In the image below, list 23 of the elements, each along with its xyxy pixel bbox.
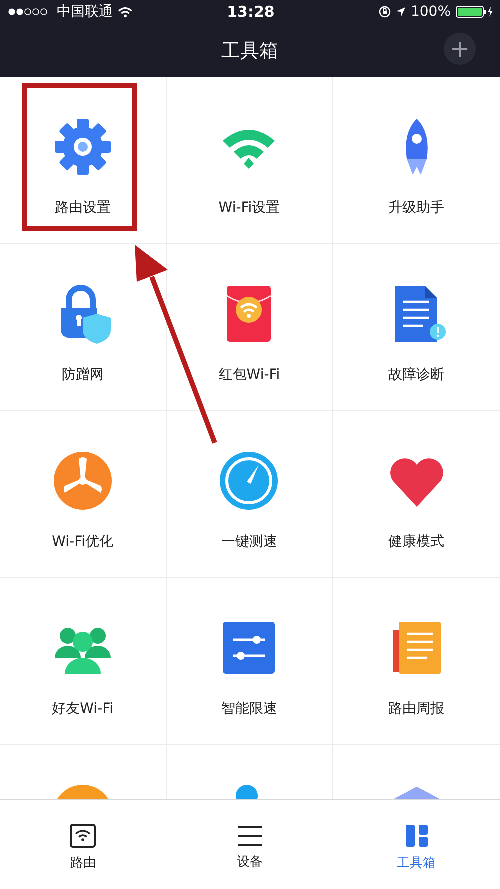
rotation-lock-icon bbox=[378, 6, 391, 18]
clock: 13:28 bbox=[227, 3, 275, 21]
page-title: 工具箱 bbox=[222, 38, 278, 64]
gear-icon bbox=[52, 117, 113, 177]
tool-item[interactable]: 好友Wi-Fi bbox=[0, 578, 167, 745]
speedometer-icon bbox=[219, 451, 280, 511]
wifi-icon bbox=[70, 824, 96, 848]
add-button[interactable]: + bbox=[444, 33, 476, 65]
location-arrow-icon bbox=[396, 7, 406, 17]
wifi-icon bbox=[118, 6, 133, 18]
fan-icon bbox=[52, 451, 113, 511]
tool-item[interactable]: 一键测速 bbox=[166, 411, 334, 578]
tool-item[interactable]: 智能限速 bbox=[166, 578, 334, 745]
tool-item[interactable]: Wi-Fi优化 bbox=[0, 411, 167, 578]
battery-percentage: 100% bbox=[410, 4, 451, 20]
toolbox-icon bbox=[404, 824, 429, 848]
tool-item[interactable]: 防蹭网 bbox=[0, 244, 167, 411]
tool-item[interactable]: 路由设置 bbox=[0, 77, 167, 244]
carrier-name: 中国联通 bbox=[57, 3, 113, 21]
tool-item[interactable]: Wi-Fi设置 bbox=[166, 77, 334, 244]
tool-item[interactable]: 红包Wi-Fi bbox=[166, 244, 334, 411]
battery-icon bbox=[456, 6, 494, 18]
menu-icon bbox=[237, 825, 263, 847]
